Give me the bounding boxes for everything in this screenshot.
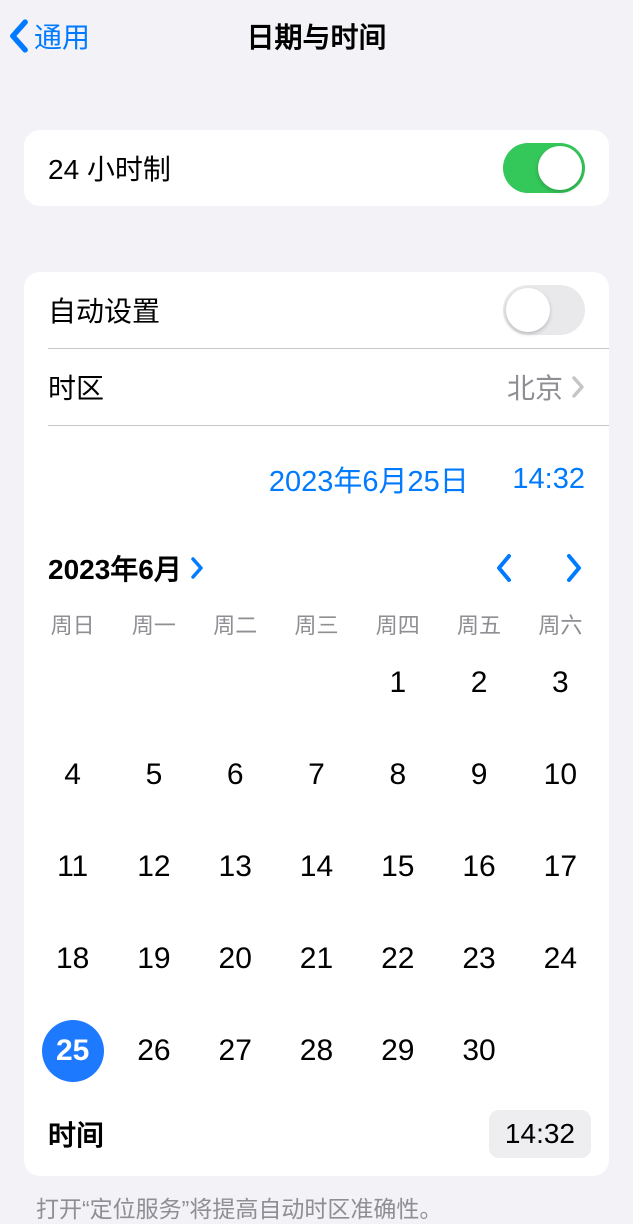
calendar-day[interactable]: 19 <box>113 926 194 992</box>
chevron-right-icon <box>571 376 585 398</box>
calendar-day[interactable]: 30 <box>438 1018 519 1084</box>
auto-set-label: 自动设置 <box>48 290 160 330</box>
calendar-day[interactable]: 7 <box>276 742 357 808</box>
calendar-day[interactable]: 4 <box>32 742 113 808</box>
toggle-knob <box>506 288 550 332</box>
calendar-day[interactable]: 6 <box>195 742 276 808</box>
time-label: 时间 <box>48 1114 104 1154</box>
hour-format-label: 24 小时制 <box>48 148 171 188</box>
weekday-label: 周日 <box>32 608 113 640</box>
calendar-day[interactable]: 15 <box>357 834 438 900</box>
footer-note: 打开“定位服务”将提高自动时区准确性。 <box>0 1176 633 1224</box>
calendar-day[interactable]: 24 <box>520 926 601 992</box>
time-picker-button[interactable]: 14:32 <box>489 1110 591 1158</box>
hour-format-row: 24 小时制 <box>24 130 609 206</box>
weekday-label: 周二 <box>195 608 276 640</box>
calendar-day[interactable]: 16 <box>438 834 519 900</box>
calendar-day-empty <box>276 650 357 716</box>
calendar-day[interactable]: 1 <box>357 650 438 716</box>
calendar-day-empty <box>113 650 194 716</box>
toggle-knob <box>538 146 582 190</box>
calendar-day[interactable]: 11 <box>32 834 113 900</box>
calendar-day[interactable]: 5 <box>113 742 194 808</box>
calendar-day[interactable]: 3 <box>520 650 601 716</box>
weekday-label: 周五 <box>438 608 519 640</box>
timezone-value: 北京 <box>507 367 563 407</box>
prev-month-button[interactable] <box>493 552 515 584</box>
calendar-day[interactable]: 13 <box>195 834 276 900</box>
calendar-day[interactable]: 23 <box>438 926 519 992</box>
calendar-day[interactable]: 10 <box>520 742 601 808</box>
calendar-day[interactable]: 9 <box>438 742 519 808</box>
timezone-row[interactable]: 时区 北京 <box>24 349 609 425</box>
auto-set-toggle[interactable] <box>503 285 585 335</box>
calendar-day[interactable]: 29 <box>357 1018 438 1084</box>
page-title: 日期与时间 <box>246 16 386 56</box>
weekday-label: 周三 <box>276 608 357 640</box>
calendar-day[interactable]: 14 <box>276 834 357 900</box>
weekday-label: 周四 <box>357 608 438 640</box>
timezone-label: 时区 <box>48 367 104 407</box>
chevron-left-icon <box>8 19 30 53</box>
calendar-day[interactable]: 8 <box>357 742 438 808</box>
calendar-day[interactable]: 18 <box>32 926 113 992</box>
calendar-day[interactable]: 27 <box>195 1018 276 1084</box>
calendar-day-empty <box>32 650 113 716</box>
weekday-label: 周六 <box>520 608 601 640</box>
calendar-day[interactable]: 20 <box>195 926 276 992</box>
hour-format-toggle[interactable] <box>503 143 585 193</box>
calendar-day[interactable]: 22 <box>357 926 438 992</box>
next-month-button[interactable] <box>563 552 585 584</box>
selected-date-display[interactable]: 2023年6月25日 <box>225 458 512 500</box>
calendar-day[interactable]: 26 <box>113 1018 194 1084</box>
calendar-day[interactable]: 2 <box>438 650 519 716</box>
selected-time-display[interactable]: 14:32 <box>512 463 585 496</box>
auto-set-row: 自动设置 <box>24 272 609 348</box>
weekday-label: 周一 <box>113 608 194 640</box>
weekday-header: 周日周一周二周三周四周五周六 <box>24 600 609 650</box>
month-picker-button[interactable]: 2023年6月 <box>48 548 204 588</box>
calendar-day[interactable]: 21 <box>276 926 357 992</box>
calendar-day[interactable]: 28 <box>276 1018 357 1084</box>
calendar-grid: 1234567891011121314151617181920212223242… <box>24 650 609 1100</box>
calendar-day[interactable]: 25 <box>32 1018 113 1084</box>
chevron-right-icon <box>190 557 204 579</box>
calendar-day[interactable]: 12 <box>113 834 194 900</box>
calendar-day[interactable]: 17 <box>520 834 601 900</box>
month-title-label: 2023年6月 <box>48 548 182 588</box>
back-button[interactable]: 通用 <box>8 16 90 56</box>
back-label: 通用 <box>34 16 90 56</box>
calendar-day-empty <box>195 650 276 716</box>
